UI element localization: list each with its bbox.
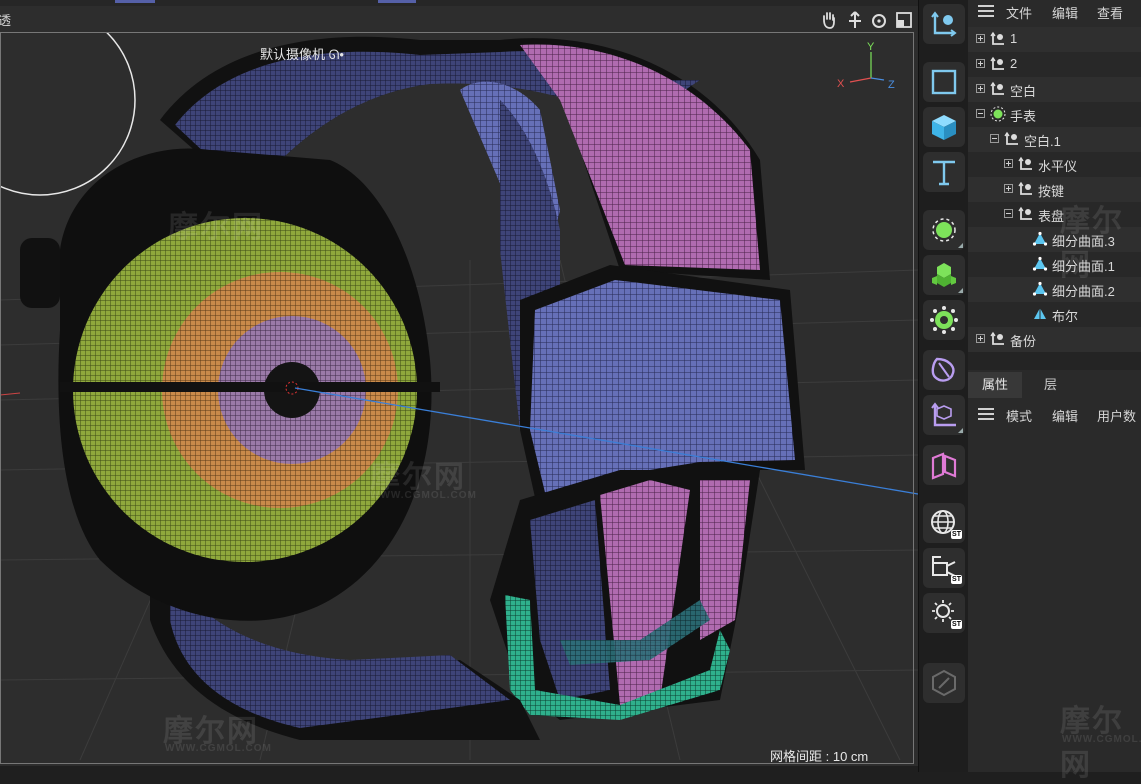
watermark-url: WWW.CGMOL.COM	[370, 490, 477, 501]
axis-x-label: X	[837, 78, 845, 90]
null-object-icon	[1004, 131, 1018, 145]
pan-hand-icon[interactable]	[819, 10, 839, 30]
object-manager-menubar: 文件 编辑 查看	[968, 0, 1141, 22]
expand-icon[interactable]	[976, 59, 985, 68]
transform-axes-icon[interactable]	[923, 395, 965, 435]
tree-row[interactable]: 2	[968, 52, 1141, 77]
tree-row[interactable]: 空白	[968, 77, 1141, 102]
tree-item-label: 备份	[1010, 334, 1037, 349]
null-object-icon	[990, 81, 1004, 95]
x-axis-line	[0, 392, 21, 396]
collapse-icon[interactable]	[976, 109, 985, 118]
menu-icon[interactable]	[978, 5, 994, 17]
null-object-icon	[990, 56, 1004, 70]
camera-st-icon[interactable]: ST	[923, 548, 965, 588]
tree-item-label: 1	[1010, 31, 1018, 46]
expand-icon[interactable]	[976, 34, 985, 43]
subdivision-surface-icon	[1032, 256, 1048, 271]
watermark: 摩尔网	[1060, 205, 1124, 282]
tree-item-label: 手表	[1010, 109, 1037, 124]
coordinate-system-tool-icon[interactable]	[923, 4, 965, 44]
cube-primitive-icon[interactable]	[923, 107, 965, 147]
crown-button[interactable]	[20, 238, 60, 308]
watermark: 摩尔网	[168, 211, 264, 244]
spline-pen-icon[interactable]	[923, 210, 965, 250]
attribute-body: 摩尔网 WWW.CGMOL.COM	[968, 426, 1141, 782]
text-tool-icon[interactable]	[923, 152, 965, 192]
rectangle-select-icon[interactable]	[923, 62, 965, 102]
panel-separator[interactable]	[968, 352, 1141, 370]
right-panel: 文件 编辑 查看 1 2 空白 手表 空白.1 水平仪 按键 表盘 细分曲面.3 细分曲面.1 细分…	[968, 0, 1141, 782]
menu-view[interactable]: 查看	[1097, 3, 1123, 22]
tag-disabled-icon[interactable]	[923, 663, 965, 703]
null-object-icon	[990, 331, 1004, 345]
boolean-icon	[1034, 308, 1046, 319]
tree-item-label: 水平仪	[1038, 159, 1078, 174]
tree-row[interactable]: 备份	[968, 327, 1141, 352]
menu-edit[interactable]: 编辑	[1052, 406, 1078, 425]
move-arrows-icon[interactable]	[845, 10, 865, 30]
st-badge: ST	[951, 575, 962, 584]
expand-icon[interactable]	[1004, 184, 1013, 193]
tree-row[interactable]: 手表	[968, 102, 1141, 127]
tab-attributes[interactable]: 属性	[968, 372, 1023, 398]
watermark-url: WWW.CGMOL.COM	[165, 743, 272, 754]
menu-mode[interactable]: 模式	[1006, 406, 1032, 425]
cloner-icon[interactable]	[923, 255, 965, 295]
tool-palette: ST ST ST	[918, 0, 969, 772]
menu-file[interactable]: 文件	[1006, 3, 1032, 22]
menu-edit[interactable]: 编辑	[1052, 3, 1078, 22]
null-object-icon	[990, 31, 1004, 45]
manipulator-circle[interactable]	[0, 6, 136, 196]
tree-item-label: 空白.1	[1024, 134, 1061, 149]
menu-icon[interactable]	[978, 408, 994, 420]
expand-icon[interactable]	[1004, 159, 1013, 168]
collapse-icon[interactable]	[990, 134, 999, 143]
camera-label[interactable]: 默认摄像机 ᘏ•	[260, 44, 344, 63]
tree-item-label: 空白	[1010, 84, 1037, 99]
watermark-url: WWW.CGMOL.COM	[1062, 734, 1141, 745]
menu-user-data[interactable]: 用户数	[1097, 406, 1136, 425]
attribute-menubar: 模式 编辑 用户数	[968, 402, 1141, 424]
tree-row[interactable]: 1	[968, 27, 1141, 52]
tab-marker[interactable]	[378, 0, 416, 3]
tree-item-label: 布尔	[1052, 309, 1079, 324]
attribute-tabs: 属性 层	[968, 372, 1141, 398]
null-object-icon	[1018, 181, 1032, 195]
rotate-icon[interactable]	[869, 10, 889, 30]
axis-z-label: Z	[888, 79, 895, 91]
connector-object-icon	[990, 106, 1006, 122]
tree-row[interactable]: 水平仪	[968, 152, 1141, 177]
subdivision-surface-icon	[1032, 231, 1048, 246]
tree-item-label: 2	[1010, 56, 1018, 71]
grid-spacing-readout: 网格间距 : 10 cm	[770, 749, 869, 764]
expand-icon[interactable]	[976, 84, 985, 93]
globe-st-icon[interactable]: ST	[923, 503, 965, 543]
subdivision-surface-icon	[1032, 281, 1048, 296]
tree-row[interactable]: 布尔	[968, 302, 1141, 327]
bend-deformer-icon[interactable]	[923, 350, 965, 390]
tab-layers[interactable]: 层	[1030, 372, 1071, 398]
null-object-icon	[1018, 206, 1032, 220]
st-badge: ST	[951, 530, 962, 539]
light-st-icon[interactable]: ST	[923, 593, 965, 633]
null-object-icon	[1018, 156, 1032, 170]
viewport-menu-label[interactable]: 透	[0, 10, 11, 29]
tab-marker[interactable]	[115, 0, 155, 3]
3d-viewport[interactable]: Y X Z 透 默认摄像机 ᘏ• 摩尔网 摩尔网 WWW.CGMOL.COM 摩…	[0, 6, 918, 766]
viewport-header: 透	[0, 6, 918, 32]
field-icon[interactable]	[923, 445, 965, 485]
collapse-icon[interactable]	[1004, 209, 1013, 218]
viewport-scene[interactable]: Y X Z	[0, 6, 918, 766]
maximize-view-icon[interactable]	[894, 10, 914, 30]
st-badge: ST	[951, 620, 962, 629]
expand-icon[interactable]	[976, 334, 985, 343]
tree-row[interactable]: 空白.1	[968, 127, 1141, 152]
deformer-gear-icon[interactable]	[923, 300, 965, 340]
axis-y-label: Y	[867, 41, 875, 53]
axis-gizmo: Y X Z	[837, 41, 895, 91]
